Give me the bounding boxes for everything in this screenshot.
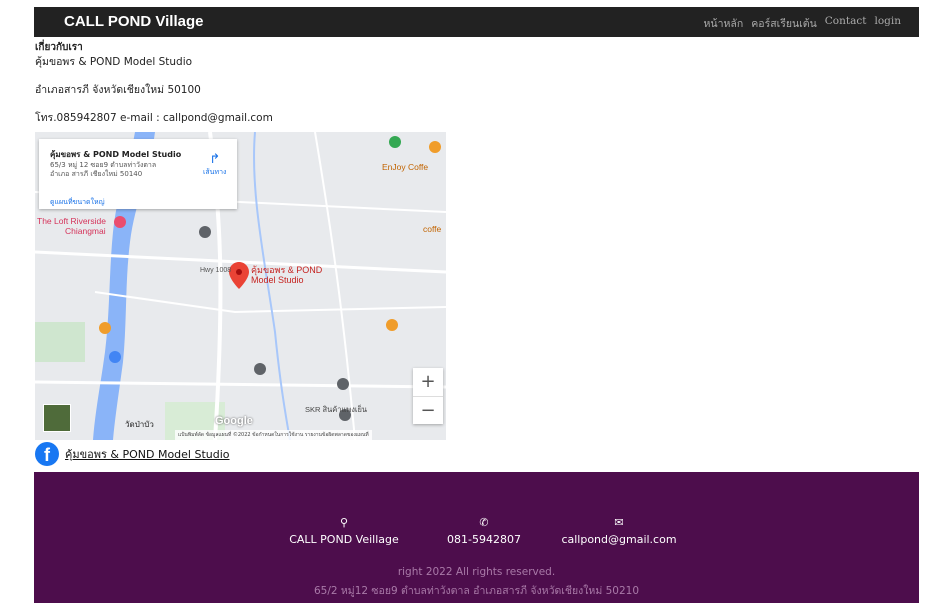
studio-name: คุ้มขอพร & POND Model Studio (35, 56, 193, 68)
place-address: 65/3 หมู่ 12 ซอย9 ตำบลท่าวังตาล อำเภอ สา… (50, 161, 157, 178)
navbar: CALL POND Village หน้าหลัก คอร์สเรียนเต้… (34, 7, 919, 37)
map-label-enjoy: EnJoy Coffe (382, 162, 429, 172)
map-label-loft: The Loft Riverside (37, 216, 106, 226)
brand-logo[interactable]: CALL POND Village (64, 13, 203, 30)
map-label-wat: วัดป่าบัว (125, 420, 154, 429)
nav-contact[interactable]: Contact (825, 15, 867, 32)
nav-dance-course[interactable]: คอร์สเรียนเต้น (751, 15, 817, 32)
map-marker-icon: ⚲ (339, 516, 349, 529)
directions-button[interactable]: ↱ เส้นทาง (203, 152, 226, 178)
nav-login[interactable]: login (874, 15, 901, 32)
map-label-loft-2: Chiangmai (65, 226, 106, 236)
studio-contact: โทร.085942807 e-mail : callpond@gmail.co… (35, 112, 273, 124)
studio-district: อำเภอสารภี จังหวัดเชียงใหม่ 50100 (35, 84, 201, 96)
google-logo: Google (215, 415, 253, 427)
view-larger-map-link[interactable]: ดูแผนที่ขนาดใหญ่ (50, 197, 105, 208)
map-label-hwy: Hwy 1008 (200, 267, 232, 274)
satellite-toggle[interactable] (43, 404, 71, 432)
footer-copyright: right 2022 All rights reserved. (397, 566, 556, 578)
directions-icon: ↱ (209, 152, 221, 167)
footer-location: ⚲ CALL POND Veillage (284, 516, 404, 546)
nav-links: หน้าหลัก คอร์สเรียนเต้น Contact login (704, 15, 901, 32)
about-section: เกี่ยวกับเรา คุ้มขอพร & POND Model Studi… (35, 41, 273, 125)
footer-email: ✉ callpond@gmail.com (554, 516, 684, 546)
map-attribution[interactable]: แป้นพิมพ์ลัด ข้อมูลแผนที่ ©2022 ข้อกำหนด… (175, 430, 372, 440)
zoom-in-button[interactable]: + (413, 368, 443, 397)
map-label-coffee: coffe (423, 224, 442, 234)
facebook-row: f คุ้มขอพร & POND Model Studio (35, 442, 230, 466)
place-title: คุ้มขอพร & POND Model Studio (50, 150, 182, 159)
facebook-link[interactable]: คุ้มขอพร & POND Model Studio (65, 445, 230, 463)
about-heading: เกี่ยวกับเรา (35, 42, 83, 53)
footer: ⚲ CALL POND Veillage ✆ 081-5942807 ✉ cal… (34, 472, 919, 603)
pin-label: คุ้มขอพร & POND Model Studio (251, 265, 323, 285)
facebook-icon[interactable]: f (35, 442, 59, 466)
nav-home[interactable]: หน้าหลัก (704, 15, 744, 32)
map-label-skr: SKR สินค้าแพงเย็น (305, 405, 367, 414)
phone-icon: ✆ (479, 516, 489, 529)
place-info-card: คุ้มขอพร & POND Model Studio 65/3 หมู่ 1… (39, 139, 237, 209)
zoom-out-button[interactable]: − (413, 397, 443, 425)
footer-phone: ✆ 081-5942807 (434, 516, 534, 546)
envelope-icon: ✉ (614, 516, 624, 529)
google-map[interactable]: The Loft Riverside Chiangmai EnJoy Coffe… (35, 132, 446, 440)
zoom-control: + − (413, 368, 443, 424)
footer-address: 65/2 หมู่12 ซอย9 ตำบลท่าวังตาล อำเภอสารภ… (313, 585, 640, 597)
